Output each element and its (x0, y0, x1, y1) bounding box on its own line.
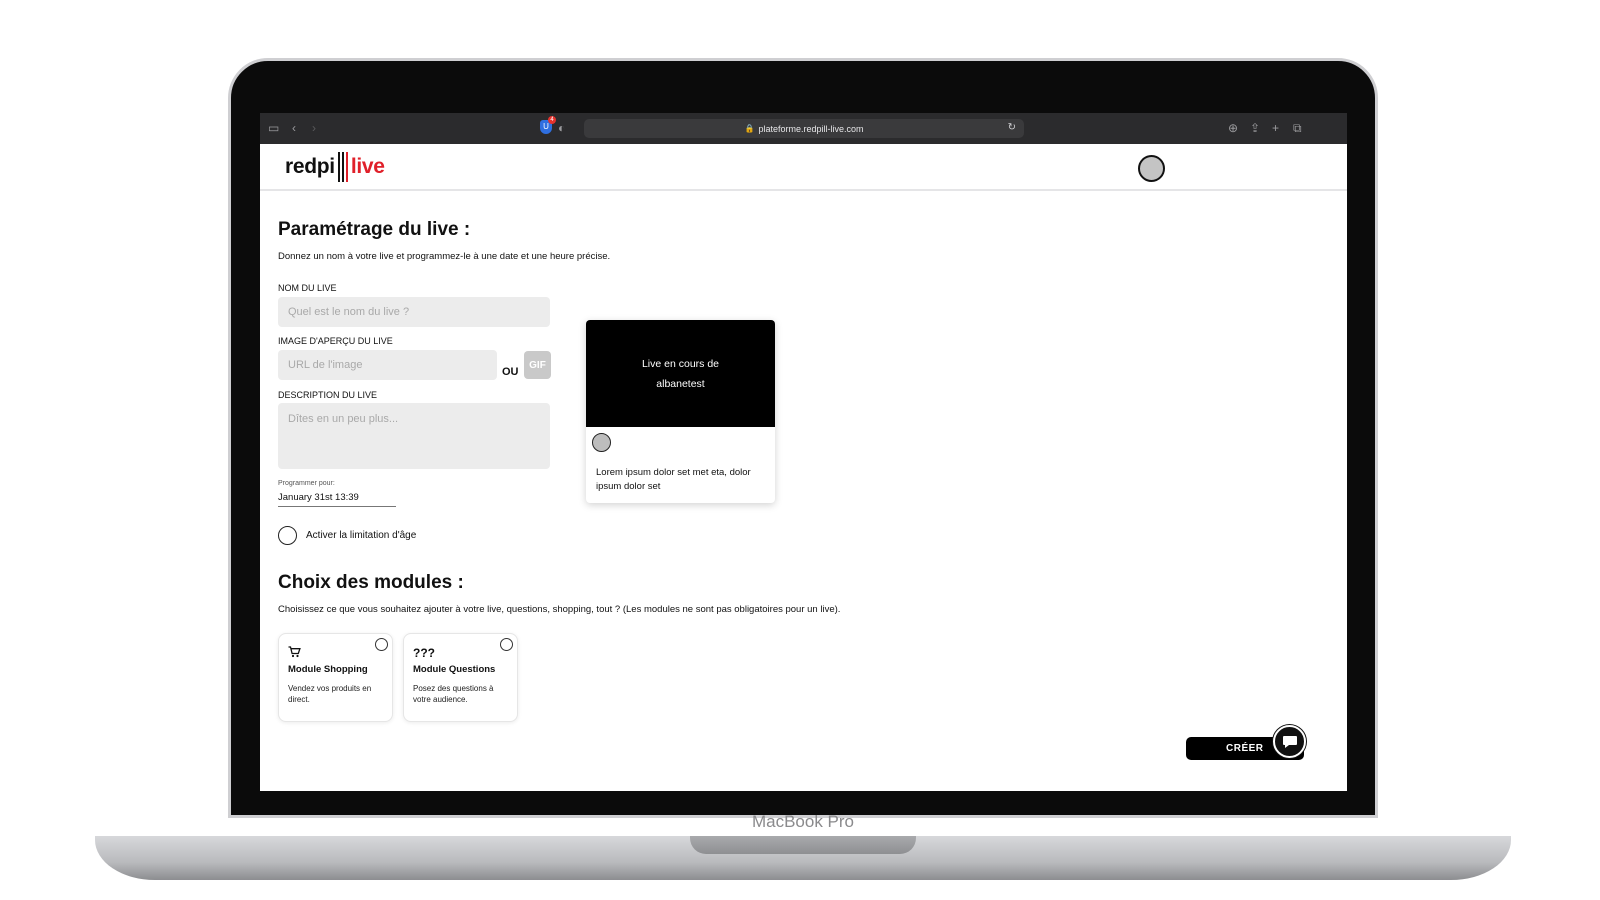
chat-icon[interactable] (1273, 725, 1306, 758)
redpill-logo[interactable]: redpi live (285, 152, 385, 182)
preview-title-line2: albanetest (656, 377, 705, 390)
description-textarea[interactable] (278, 403, 550, 469)
gif-button[interactable]: GIF (524, 351, 551, 379)
age-limit-radio[interactable] (278, 526, 297, 545)
modules-title: Choix des modules : (278, 572, 464, 593)
share-icon[interactable]: ⇪ (1250, 121, 1260, 135)
settings-subtitle: Donnez un nom à votre live et programmez… (278, 251, 611, 262)
schedule-datetime-field[interactable]: January 31st 13:39 (278, 492, 396, 507)
preview-thumbnail: Live en cours de albanetest (586, 320, 775, 427)
live-preview-card: Live en cours de albanetest Lorem ipsum … (586, 320, 775, 503)
module-questions-description: Posez des questions à votre audience. (413, 684, 494, 704)
browser-toolbar: ▭ ‹ › U 4 ◐ 🔒 plateforme.redpill-live.co… (260, 113, 1347, 144)
user-avatar[interactable] (1138, 155, 1165, 182)
image-label: IMAGE D'APERÇU DU LIVE (278, 336, 393, 346)
name-label: NOM DU LIVE (278, 283, 337, 293)
shopping-cart-icon (288, 646, 301, 661)
forward-icon[interactable]: › (312, 121, 316, 135)
preview-title-line1: Live en cours de (641, 357, 720, 370)
or-label: OU (502, 366, 519, 378)
url-text: plateforme.redpill-live.com (758, 123, 864, 134)
question-marks-icon: ??? (413, 646, 435, 660)
module-shopping-radio[interactable] (375, 638, 388, 651)
module-questions-title: Module Questions (413, 664, 496, 675)
modules-subtitle: Choisissez ce que vous souhaitez ajouter… (278, 604, 841, 615)
module-shopping-description: Vendez vos produits en direct. (288, 684, 372, 704)
tabs-overview-icon[interactable]: ⧉ (1293, 121, 1302, 135)
settings-title: Paramétrage du live : (278, 219, 471, 240)
module-questions-radio[interactable] (500, 638, 513, 651)
download-icon[interactable]: ⊕ (1228, 121, 1238, 135)
new-tab-icon[interactable]: + (1272, 121, 1279, 135)
age-limit-label: Activer la limitation d'âge (306, 530, 417, 541)
screen: ▭ ‹ › U 4 ◐ 🔒 plateforme.redpill-live.co… (260, 113, 1347, 791)
description-label: DESCRIPTION DU LIVE (278, 390, 378, 400)
sidebar-toggle-icon[interactable]: ▭ (268, 121, 279, 135)
address-bar[interactable]: 🔒 plateforme.redpill-live.com ↻ (584, 119, 1024, 138)
privacy-icon[interactable]: ◐ (558, 121, 565, 135)
module-card-questions[interactable]: ??? Module Questions Posez des questions… (403, 633, 518, 722)
preview-description: Lorem ipsum dolor set met eta, dolor ips… (596, 467, 751, 492)
module-card-shopping[interactable]: Module Shopping Vendez vos produits en d… (278, 633, 393, 722)
page-header: redpi live (260, 144, 1347, 191)
back-icon[interactable]: ‹ (292, 121, 296, 135)
lock-icon: 🔒 (744, 124, 755, 133)
schedule-label: Programmer pour: (278, 480, 335, 487)
device-brand-label: MacBook Pro (751, 812, 855, 831)
module-shopping-title: Module Shopping (288, 664, 368, 675)
image-url-input[interactable] (278, 350, 497, 380)
live-name-input[interactable] (278, 297, 550, 327)
preview-avatar (592, 433, 611, 452)
laptop-notch (690, 836, 916, 854)
logo-bars-icon (337, 152, 349, 182)
extension-badge: 4 (548, 116, 556, 124)
reload-icon[interactable]: ↻ (1008, 122, 1016, 133)
